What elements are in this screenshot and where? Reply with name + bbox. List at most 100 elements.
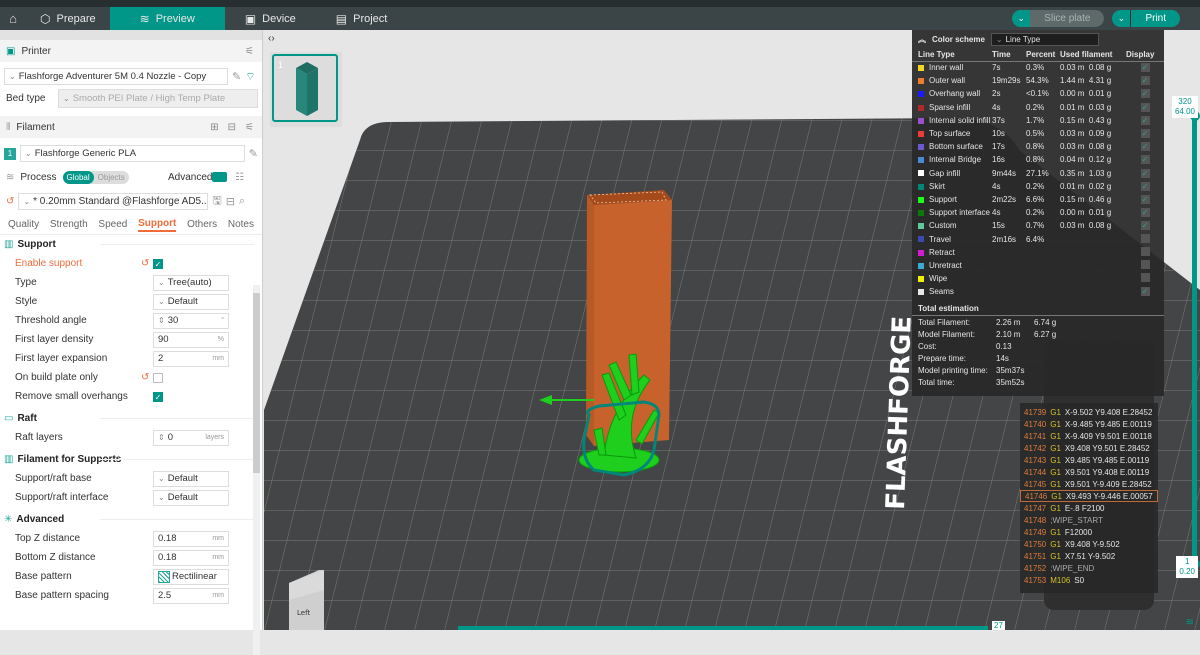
gcode-line[interactable]: 41749 G1 F12000 bbox=[1020, 526, 1158, 538]
gcode-line[interactable]: 41747 G1 E-.8 F2100 bbox=[1020, 502, 1158, 514]
threshold-angle-input[interactable]: ⇕ 30 ° bbox=[153, 312, 229, 329]
display-checkbox[interactable]: ✓ bbox=[1140, 89, 1150, 99]
reset-icon[interactable]: ↺ bbox=[141, 258, 149, 269]
spin-icon[interactable]: ⇕ bbox=[158, 433, 165, 442]
printer-settings-icon[interactable]: ⚟ bbox=[245, 46, 254, 57]
layer-slider[interactable] bbox=[1189, 111, 1200, 569]
display-checkbox[interactable]: ✓ bbox=[1140, 287, 1150, 297]
print-button[interactable]: ⌄ Print bbox=[1112, 10, 1180, 27]
collapse-sidebar-icon[interactable]: ‹› bbox=[268, 33, 275, 44]
tab-notes[interactable]: Notes bbox=[228, 219, 254, 230]
tab-device[interactable]: ▣ Device bbox=[225, 7, 316, 30]
advanced-toggle[interactable] bbox=[212, 172, 227, 182]
wifi-icon[interactable]: ⌔ bbox=[245, 70, 255, 84]
legend-row: Outer wall 19m29s 54.3% 1.44 m 4.31 g ✓ bbox=[912, 74, 1164, 87]
display-checkbox[interactable]: ✓ bbox=[1140, 181, 1150, 191]
gcode-line[interactable]: 41745 G1 X9.501 Y-9.409 E.28452 bbox=[1020, 478, 1158, 490]
gcode-line[interactable]: 41743 G1 X9.485 Y9.485 E.00119 bbox=[1020, 454, 1158, 466]
remove-filament-icon[interactable]: ⊟ bbox=[228, 122, 236, 133]
base-pattern-spacing-input[interactable]: 2.5 mm bbox=[153, 587, 229, 604]
slice-dropdown-icon[interactable]: ⌄ bbox=[1012, 10, 1031, 27]
move-slider[interactable] bbox=[458, 626, 988, 630]
print-dropdown-icon[interactable]: ⌄ bbox=[1112, 10, 1131, 27]
layers-icon[interactable]: ≋ bbox=[1186, 617, 1194, 628]
remove-small-overhangs-checkbox[interactable]: ✓ bbox=[153, 391, 163, 402]
spin-icon[interactable]: ⇕ bbox=[158, 316, 165, 325]
build-plate-only-checkbox[interactable] bbox=[153, 372, 163, 383]
advanced-group-header: ✳ Advanced bbox=[0, 510, 262, 529]
display-checkbox[interactable]: ✓ bbox=[1140, 76, 1150, 86]
gcode-line[interactable]: 41748 ;WIPE_START bbox=[1020, 514, 1158, 526]
tab-quality[interactable]: Quality bbox=[8, 219, 39, 230]
display-checkbox[interactable]: ✓ bbox=[1140, 102, 1150, 112]
gcode-line[interactable]: 41742 G1 X9.408 Y9.501 E.28452 bbox=[1020, 442, 1158, 454]
edit-filament-icon[interactable]: ✎ bbox=[249, 147, 258, 160]
filament-settings-icon[interactable]: ⚟ bbox=[245, 122, 254, 133]
display-checkbox[interactable]: ✓ bbox=[1140, 168, 1150, 178]
top-z-input[interactable]: 0.18 mm bbox=[153, 530, 229, 547]
plate-thumbnail[interactable]: 1 bbox=[272, 54, 338, 122]
global-objects-toggle[interactable]: Global Objects bbox=[62, 170, 129, 184]
support-type-select[interactable]: ⌄ Tree(auto) bbox=[153, 274, 229, 291]
color-swatch bbox=[918, 117, 924, 124]
display-checkbox[interactable]: ✓ bbox=[1140, 115, 1150, 125]
search-icon[interactable]: ⌕ bbox=[239, 195, 245, 208]
gcode-line[interactable]: 41746 G1 X9.493 Y-9.446 E.00057 bbox=[1020, 490, 1158, 502]
compare-icon[interactable]: ☷ bbox=[235, 172, 244, 183]
first-layer-density-input[interactable]: 90% bbox=[153, 331, 229, 348]
display-checkbox[interactable]: ✓ bbox=[1140, 221, 1150, 231]
pattern-icon bbox=[158, 570, 170, 583]
bottom-z-input[interactable]: 0.18 mm bbox=[153, 549, 229, 566]
tab-others[interactable]: Others bbox=[187, 219, 217, 230]
bed-type-select[interactable]: ⌄ Smooth PEI Plate / High Temp Plate bbox=[58, 88, 258, 108]
display-checkbox[interactable] bbox=[1140, 273, 1150, 283]
gcode-line[interactable]: 41752 ;WIPE_END bbox=[1020, 562, 1158, 574]
sidebar-scrollbar[interactable] bbox=[253, 285, 260, 655]
filament-select[interactable]: ⌄ Flashforge Generic PLA bbox=[19, 145, 245, 162]
edit-printer-icon[interactable]: ✎ bbox=[232, 70, 241, 83]
add-filament-icon[interactable]: ⊞ bbox=[210, 122, 218, 133]
support-base-select[interactable]: ⌄ Default bbox=[153, 470, 229, 487]
display-checkbox[interactable] bbox=[1140, 246, 1150, 256]
raft-layers-input[interactable]: ⇕ 0 layers bbox=[153, 429, 229, 446]
display-checkbox[interactable]: ✓ bbox=[1140, 129, 1150, 139]
enable-support-checkbox[interactable]: ✓ bbox=[153, 258, 163, 269]
gcode-line[interactable]: 41750 G1 X9.408 Y-9.502 bbox=[1020, 538, 1158, 550]
tab-speed[interactable]: Speed bbox=[98, 219, 127, 230]
printer-select[interactable]: ⌄ Flashforge Adventurer 5M 0.4 Nozzle - C… bbox=[4, 68, 228, 85]
tab-support[interactable]: Support bbox=[138, 218, 177, 232]
color-scheme-select[interactable]: ⌄ Line Type bbox=[990, 32, 1099, 46]
gcode-line[interactable]: 41744 G1 X9.501 Y9.408 E.00119 bbox=[1020, 466, 1158, 478]
collapse-legend-icon[interactable]: ︽ bbox=[918, 34, 926, 45]
home-button[interactable]: ⌂ bbox=[0, 7, 26, 30]
display-checkbox[interactable]: ✓ bbox=[1140, 63, 1150, 73]
display-checkbox[interactable] bbox=[1140, 233, 1150, 243]
support-style-select[interactable]: ⌄ Default bbox=[153, 293, 229, 310]
first-layer-expansion-input[interactable]: 2 mm bbox=[153, 350, 229, 367]
display-checkbox[interactable] bbox=[1140, 259, 1150, 269]
gcode-line[interactable]: 41740 G1 X-9.485 Y9.485 E.00119 bbox=[1020, 418, 1158, 430]
color-swatch bbox=[918, 183, 924, 190]
gcode-line[interactable]: 41741 G1 X-9.409 Y9.501 E.00118 bbox=[1020, 430, 1158, 442]
tab-prepare[interactable]: ⬡ Prepare bbox=[26, 7, 110, 30]
gcode-line[interactable]: 41751 G1 X7.51 Y-9.502 bbox=[1020, 550, 1158, 562]
slice-plate-button[interactable]: ⌄ Slice plate bbox=[1012, 10, 1105, 27]
tab-project[interactable]: ▤ Project bbox=[316, 7, 408, 30]
display-checkbox[interactable]: ✓ bbox=[1140, 155, 1150, 165]
display-checkbox[interactable]: ✓ bbox=[1140, 142, 1150, 152]
gcode-line[interactable]: 41739 G1 X-9.502 Y9.408 E.28452 bbox=[1020, 406, 1158, 418]
remove-small-overhangs-row: Remove small overhangs ✓ bbox=[15, 391, 163, 402]
display-checkbox[interactable]: ✓ bbox=[1140, 194, 1150, 204]
delete-preset-icon[interactable]: ⊟ bbox=[226, 195, 235, 208]
reset-preset-icon[interactable]: ↺ bbox=[6, 196, 14, 207]
3d-viewport[interactable]: FLASHFORGE Left ‹› 1 ︽ Color scheme ⌄ Li… bbox=[264, 30, 1200, 630]
support-interface-select[interactable]: ⌄ Default bbox=[153, 489, 229, 506]
tab-preview[interactable]: ≋ Preview bbox=[109, 7, 225, 30]
tab-strength[interactable]: Strength bbox=[50, 219, 88, 230]
base-pattern-select[interactable]: Rectilinear bbox=[153, 568, 229, 585]
gcode-line[interactable]: 41753 M106 S0 bbox=[1020, 574, 1158, 586]
display-checkbox[interactable]: ✓ bbox=[1140, 208, 1150, 218]
save-preset-icon[interactable]: 🖫 bbox=[212, 192, 221, 211]
process-preset-select[interactable]: ⌄ * 0.20mm Standard @Flashforge AD5... bbox=[18, 193, 209, 210]
reset-icon[interactable]: ↺ bbox=[141, 372, 149, 383]
